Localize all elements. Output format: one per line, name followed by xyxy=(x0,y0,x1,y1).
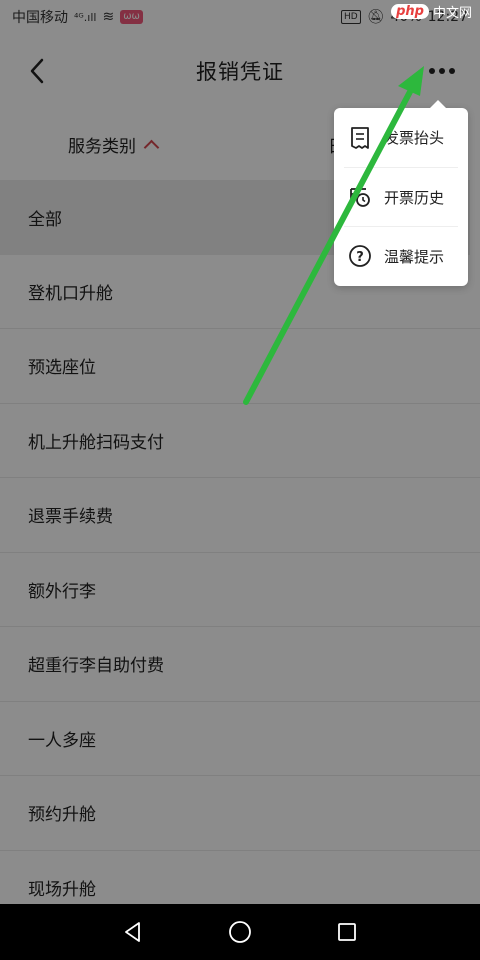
wifi-icon: ≋ xyxy=(102,9,115,25)
list-item[interactable]: 机上升舱扫码支付 xyxy=(0,404,480,478)
list-item[interactable]: 超重行李自助付费 xyxy=(0,627,480,702)
receipt-icon xyxy=(348,126,372,150)
menu-item-label: 发票抬头 xyxy=(384,129,445,147)
menu-item-tips[interactable]: ? 温馨提示 xyxy=(344,226,458,285)
menu-item-label: 开票历史 xyxy=(384,188,445,207)
mute-icon: 🔕︎ xyxy=(366,9,385,25)
more-dot xyxy=(439,68,445,74)
more-dot xyxy=(429,68,435,74)
help-circle-icon: ? xyxy=(348,244,372,268)
nav-back-icon[interactable] xyxy=(113,912,153,952)
page-title: 报销凭证 xyxy=(196,60,284,84)
list-item-label: 额外行李 xyxy=(28,581,96,602)
hd-icon: HD xyxy=(341,10,361,24)
list-item-label: 预选座位 xyxy=(28,358,96,379)
carrier-name: 中国移动 xyxy=(12,10,68,26)
list-item-label: 预约升舱 xyxy=(28,805,96,826)
status-bar-left: 中国移动 ⁴ᴳ.ıll ≋ ωω xyxy=(12,7,143,27)
chevron-up-icon xyxy=(143,139,160,156)
list-item[interactable]: 额外行李 xyxy=(0,553,480,627)
list-item-label: 超重行李自助付费 xyxy=(28,656,164,677)
filter-tab-service-category[interactable]: 服务类别 xyxy=(68,132,160,157)
back-arrow-icon[interactable] xyxy=(22,56,52,86)
nav-home-icon[interactable] xyxy=(220,912,260,952)
system-navigation-bar xyxy=(0,904,480,960)
app-notification-icon: ωω xyxy=(120,10,143,24)
list-item-label: 登机口升舱 xyxy=(28,283,113,304)
list-item[interactable]: 一人多座 xyxy=(0,702,480,776)
list-item[interactable]: 预选座位 xyxy=(0,329,480,404)
more-dot xyxy=(449,68,455,74)
more-options-menu: 发票抬头 开票历史 ? 温馨提示 xyxy=(334,100,468,286)
watermark-site: 中文网 xyxy=(432,6,472,21)
invoice-history-icon xyxy=(348,185,372,209)
list-item[interactable]: 预约升舱 xyxy=(0,776,480,851)
menu-item-label: 温馨提示 xyxy=(384,247,445,266)
menu-item-invoice-title[interactable]: 发票抬头 xyxy=(334,108,468,167)
signal-icon: ⁴ᴳ.ıll xyxy=(74,10,97,24)
menu-item-invoice-history[interactable]: 开票历史 xyxy=(344,167,458,226)
nav-recents-icon[interactable] xyxy=(327,912,367,952)
app-header: 报销凭证 xyxy=(0,34,480,108)
svg-text:?: ? xyxy=(356,250,364,265)
list-item[interactable]: 退票手续费 xyxy=(0,478,480,553)
more-options-icon[interactable] xyxy=(424,56,460,86)
service-category-list: 全部 登机口升舱 预选座位 机上升舱扫码支付 退票手续费 额外行李 超重行李自助… xyxy=(0,180,480,925)
watermark-logo: php 中文网 xyxy=(391,2,472,21)
list-item-label: 退票手续费 xyxy=(28,507,113,528)
list-item-label: 一人多座 xyxy=(28,730,96,751)
filter-tab-label: 服务类别 xyxy=(68,137,136,157)
watermark-brand: php xyxy=(391,4,429,19)
list-item-label: 全部 xyxy=(28,209,62,230)
list-item-label: 现场升舱 xyxy=(28,879,96,900)
list-item-label: 机上升舱扫码支付 xyxy=(28,432,164,453)
